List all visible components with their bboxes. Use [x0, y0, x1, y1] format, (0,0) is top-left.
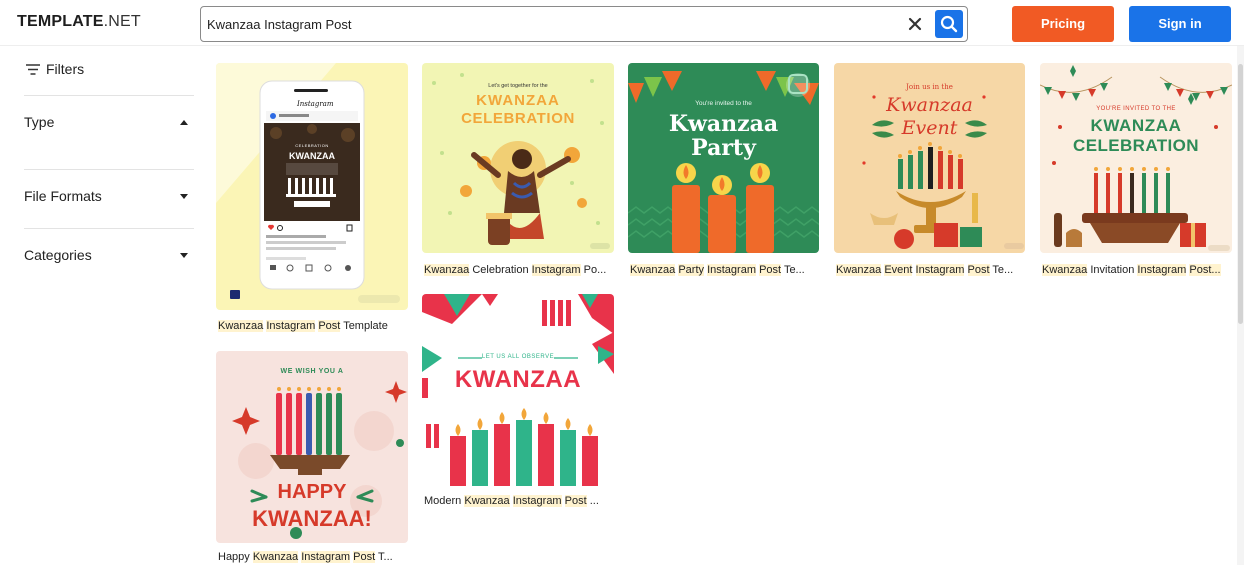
template-card[interactable]: WE WISH YOU A HAPPY KWANZAA! Happy Kwanz…	[216, 351, 408, 565]
caption-word: Party	[678, 264, 705, 276]
caption-word: Instagram	[301, 551, 351, 563]
caption-word: ...	[589, 495, 599, 507]
filter-section-file-formats[interactable]: File Formats	[24, 169, 194, 228]
art-line1-text: Kwanzaa	[668, 111, 779, 137]
art-small-text: LET US ALL OBSERVE	[481, 354, 555, 360]
caption-word: Event	[884, 264, 913, 276]
caption-word: Happy	[218, 551, 250, 563]
search-button[interactable]	[935, 10, 963, 38]
logo-light-text: .NET	[103, 13, 141, 30]
template-caption[interactable]: Kwanzaa Celebration Instagram Po...	[424, 264, 616, 276]
template-caption[interactable]: Happy Kwanzaa Instagram Post T...	[218, 551, 410, 563]
template-card[interactable]: YOU'RE INVITED TO THE KWANZAA CELEBRATIO…	[1040, 63, 1232, 283]
template-card[interactable]: You're invited to the Kwanzaa Party Kwan…	[628, 63, 820, 283]
caption-word: Instagram	[707, 264, 756, 276]
caption-word: Kwanzaa	[836, 264, 882, 276]
pricing-button[interactable]: Pricing	[1012, 6, 1114, 42]
search-icon	[940, 15, 958, 33]
art-line1-text: Kwanzaa	[886, 94, 973, 116]
template-thumbnail[interactable]: YOU'RE INVITED TO THE KWANZAA CELEBRATIO…	[1040, 63, 1232, 253]
caption-word: Post	[318, 320, 341, 332]
caption-word: Po...	[583, 264, 607, 276]
caption-word: Template	[343, 320, 388, 332]
template-card[interactable]: LET US ALL OBSERVE KWANZAA Modern Kwanza…	[422, 294, 614, 514]
caption-word: Instagram	[531, 264, 581, 276]
instagram-app-label: Instagram	[297, 100, 334, 108]
caption-word: Invitation	[1090, 264, 1135, 276]
caption-word: Instagram	[512, 495, 562, 507]
site-logo[interactable]: TEMPLATE.NET	[17, 13, 141, 31]
filter-sidebar: Filters Type File Formats Categories	[0, 46, 200, 565]
filters-label: Filters	[46, 61, 85, 77]
filter-section-label: Type	[24, 114, 55, 130]
caption-word: Instagram	[915, 264, 965, 276]
art-line2-text: CELEBRATION	[461, 110, 575, 127]
close-icon[interactable]	[906, 15, 926, 35]
art-small-text: YOU'RE INVITED TO THE	[1096, 106, 1176, 112]
search-input[interactable]	[207, 14, 897, 34]
scrollbar-thumb[interactable]	[1238, 64, 1243, 324]
template-caption[interactable]: Kwanzaa Invitation Instagram Post...	[1042, 264, 1234, 276]
caption-word: Instagram	[1137, 264, 1187, 276]
caption-word: Post...	[1189, 264, 1221, 276]
caption-word: Kwanzaa	[1042, 264, 1088, 276]
caption-word: Te...	[992, 264, 1014, 276]
template-thumbnail[interactable]: Let's get together for the KWANZAA CELEB…	[422, 63, 614, 253]
chevron-up-icon	[180, 120, 188, 125]
caption-word: Modern	[424, 495, 462, 507]
caption-word: Instagram	[266, 320, 316, 332]
template-thumbnail[interactable]: WE WISH YOU A HAPPY KWANZAA!	[216, 351, 408, 543]
template-card[interactable]: Instagram KWANZAA CELEBRATION Kwanzaa In…	[216, 63, 408, 338]
filter-section-label: File Formats	[24, 188, 102, 204]
template-caption[interactable]: Kwanzaa Party Instagram Post Te...	[630, 264, 822, 276]
template-card[interactable]: Let's get together for the KWANZAA CELEB…	[422, 63, 614, 283]
scan-icon[interactable]	[788, 74, 808, 94]
art-line2-text: CELEBRATION	[1073, 136, 1199, 155]
caption-word: Kwanzaa	[630, 264, 676, 276]
template-thumbnail[interactable]: Instagram KWANZAA CELEBRATION	[216, 63, 408, 310]
caption-word: Te...	[783, 264, 805, 276]
filter-section-label: Categories	[24, 247, 92, 263]
art-line1-text: HAPPY	[277, 481, 347, 503]
template-card[interactable]: Join us in the Kwanzaa Event Kwanzaa Eve…	[834, 63, 1026, 283]
caption-word: Post	[759, 264, 782, 276]
post-subtitle-text: CELEBRATION	[295, 143, 329, 148]
caption-word: Kwanzaa	[424, 264, 470, 276]
art-small-text: Let's get together for the	[488, 83, 548, 89]
art-line2-text: Party	[691, 135, 756, 161]
caption-word: Post	[353, 551, 376, 563]
post-title-text: KWANZAA	[289, 151, 335, 161]
caption-word: Post	[564, 495, 587, 507]
template-thumbnail[interactable]: You're invited to the Kwanzaa Party	[628, 63, 819, 253]
caption-word: T...	[378, 551, 393, 563]
art-line1-text: KWANZAA	[1090, 116, 1182, 135]
filter-icon	[26, 64, 40, 75]
art-line2-text: KWANZAA!	[252, 506, 372, 531]
art-line1-text: KWANZAA	[454, 366, 582, 393]
art-line1-text: KWANZAA	[476, 92, 560, 109]
search-bar	[200, 6, 968, 42]
art-small-text: Join us in the	[906, 83, 953, 91]
logo-bold-text: TEMPLATE	[17, 13, 104, 30]
art-line2-text: Event	[901, 117, 958, 139]
sign-in-button[interactable]: Sign in	[1129, 6, 1231, 42]
filters-toggle[interactable]: Filters	[26, 61, 84, 77]
template-thumbnail[interactable]: Join us in the Kwanzaa Event	[834, 63, 1025, 253]
caption-word: Kwanzaa	[464, 495, 510, 507]
caption-word: Post	[967, 264, 990, 276]
art-small-text: You're invited to the	[695, 100, 752, 107]
template-caption[interactable]: Kwanzaa Instagram Post Template	[218, 320, 408, 332]
filter-section-type[interactable]: Type	[24, 95, 194, 169]
caption-word: Kwanzaa	[218, 320, 264, 332]
chevron-down-icon	[180, 253, 188, 258]
template-caption[interactable]: Kwanzaa Event Instagram Post Te...	[836, 264, 1028, 276]
top-header: TEMPLATE.NET Pricing Sign in	[0, 0, 1244, 46]
chevron-down-icon	[180, 194, 188, 199]
art-small-text: WE WISH YOU A	[280, 368, 344, 375]
template-caption[interactable]: Modern Kwanzaa Instagram Post ...	[424, 495, 616, 507]
template-thumbnail[interactable]: LET US ALL OBSERVE KWANZAA	[422, 294, 614, 486]
caption-word: Kwanzaa	[252, 551, 299, 563]
caption-word: Celebration	[472, 264, 529, 276]
filter-section-categories[interactable]: Categories	[24, 228, 194, 287]
